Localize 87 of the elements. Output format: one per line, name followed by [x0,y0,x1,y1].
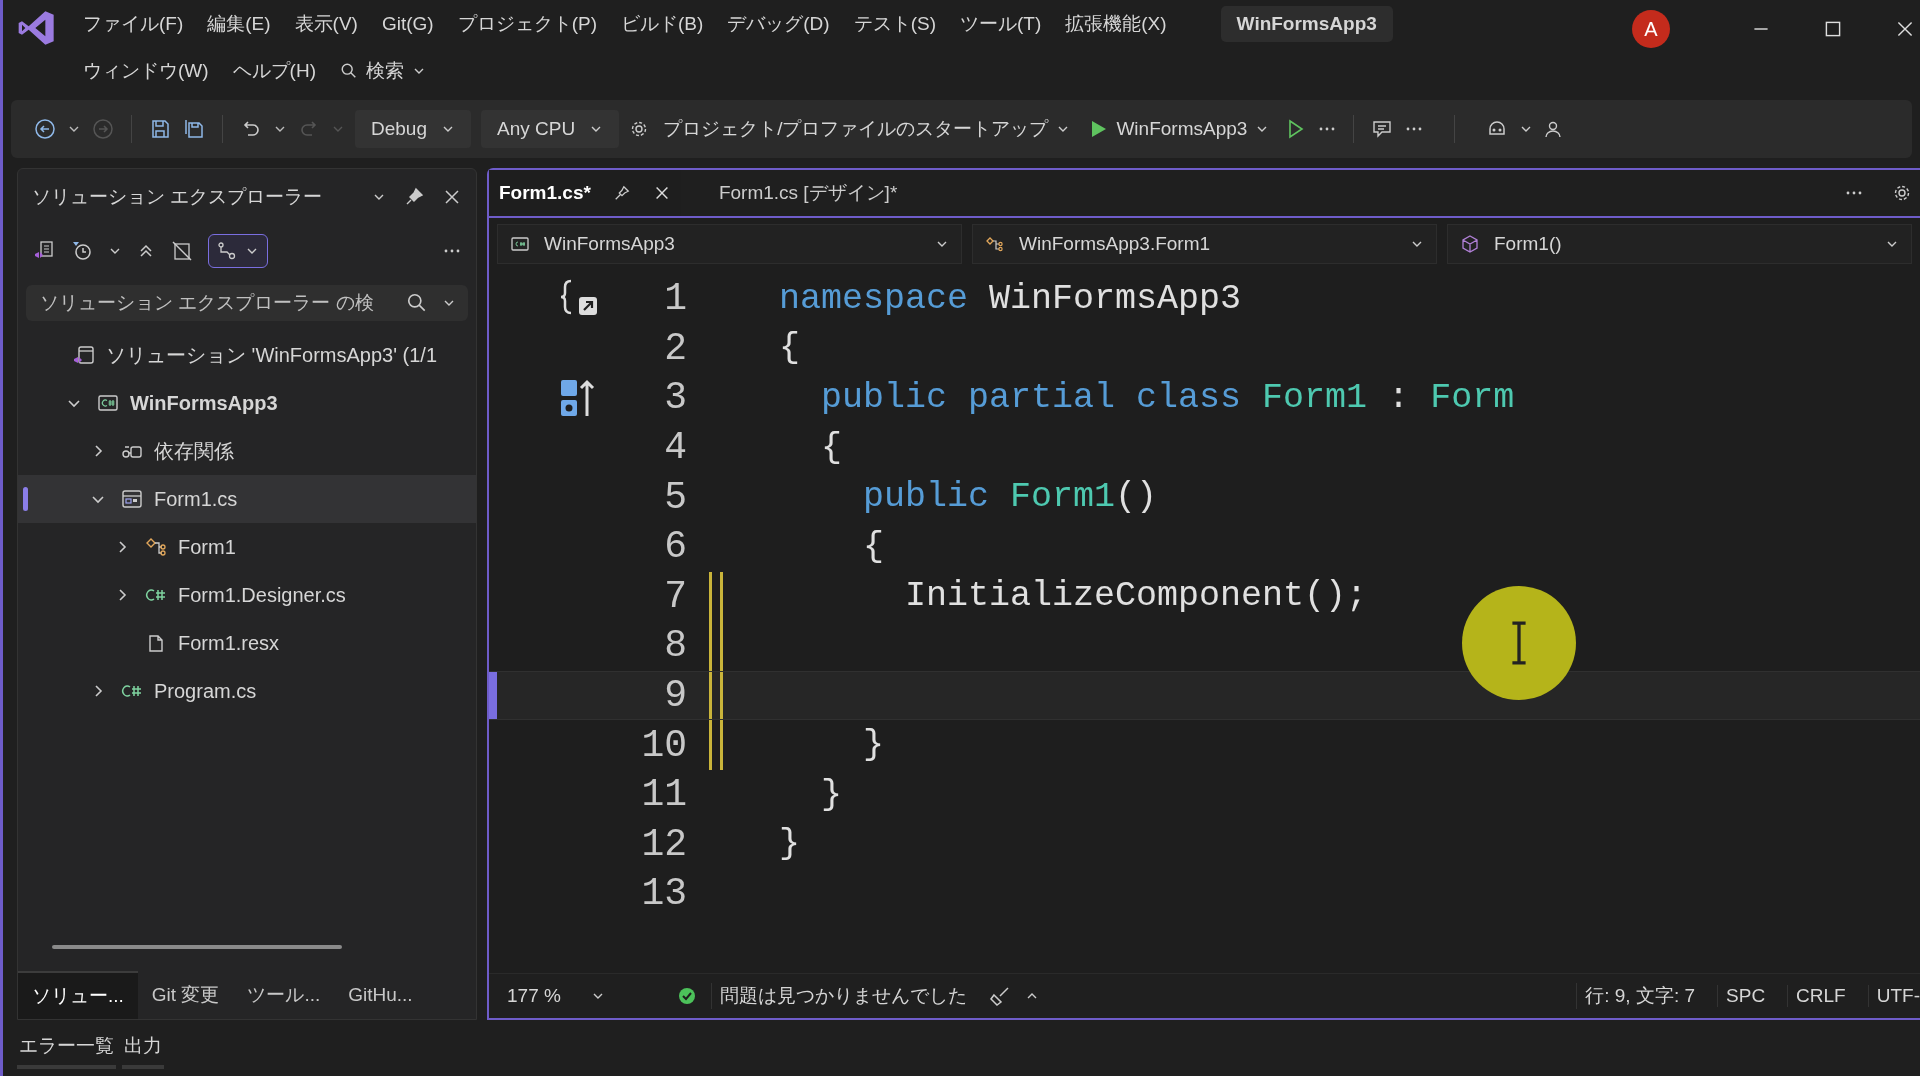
line-number: 1 [663,277,687,321]
menu-item[interactable]: ツール(T) [950,6,1052,41]
solution-title: WinFormsApp3 [1220,5,1393,42]
panel-title: ソリューション エクスプローラー [32,185,324,209]
history-icon[interactable] [70,239,94,263]
pin-icon[interactable] [404,187,424,207]
menu-item[interactable]: 拡張機能(X) [1055,6,1177,41]
menu-item[interactable]: 編集(E) [197,6,281,41]
tree-item[interactable]: WinFormsApp3 [18,379,476,427]
show-all-files-icon[interactable] [170,239,194,263]
panel-tab[interactable]: GitHu... [334,971,427,1019]
cursor-position[interactable]: 行: 9, 文字: 7 [1576,983,1704,1009]
line-ending[interactable]: CRLF [1787,985,1854,1007]
cube-icon [1460,234,1480,254]
check-circle-icon [676,986,697,1006]
code-line: public Form1() [862,477,1158,518]
tree-item[interactable]: Form1.cs [18,475,476,523]
app-logo-icon [17,8,57,48]
document-tab[interactable]: Form1.cs [デザイン]* [708,170,908,216]
code-line: public partial class Form1 : Form [820,378,1515,418]
sync-view-toggle[interactable] [208,234,268,268]
code-line: namespace WinFormsApp3 [779,278,1242,319]
account-avatar[interactable]: A [1632,10,1670,48]
code-line: { [820,427,842,468]
line-number: 7 [663,574,687,618]
csharp-project-icon [510,234,530,254]
line-number: 6 [663,525,687,569]
menu-item[interactable]: ウィンドウ(W) [73,53,219,88]
platform-dropdown[interactable]: Any CPU [481,110,620,148]
menu-item[interactable]: ファイル(F) [73,6,194,41]
menu-item[interactable]: Git(G) [371,8,444,39]
menu-item[interactable]: ヘルプ(H) [222,53,326,88]
code-line: } [862,725,885,766]
tool-window-tab[interactable]: エラー一覧 [17,1027,116,1069]
branch-nodes-icon[interactable] [217,241,237,261]
startup-dropdown[interactable]: プロジェクト/プロファイルのスタートアップ [659,108,1075,150]
broom-icon[interactable] [988,985,1011,1007]
tree-item[interactable]: Program.cs [18,667,476,715]
menu-item[interactable]: テスト(S) [843,6,946,41]
line-number: 4 [663,426,687,470]
menu-item[interactable]: 表示(V) [284,6,368,41]
search-menu[interactable]: 検索 [330,53,436,88]
tree-item[interactable]: 依存関係 [18,427,476,475]
menu-item[interactable]: ビルド(B) [610,6,714,41]
panel-tab[interactable]: Git 変更 [137,971,234,1019]
tree-item[interactable]: ソリューション 'WinFormsApp3' (1/1 [18,331,476,379]
line-number: 12 [640,822,687,866]
code-line: InitializeComponent(); [904,576,1368,617]
start-button[interactable]: WinFormsApp3 [1084,110,1274,148]
gear-icon[interactable] [1892,183,1912,203]
navigation-dropdown[interactable]: WinFormsApp3.Form1 [972,224,1437,264]
line-number: 2 [663,326,687,370]
code-line: { [779,328,800,369]
line-number: 13 [640,872,687,916]
encoding[interactable]: UTF- [1867,985,1920,1007]
navigation-dropdown[interactable]: WinFormsApp3 [497,224,962,264]
line-number: 8 [663,624,687,668]
code-line: } [820,774,842,815]
selection-indicator [23,487,28,511]
line-number: 11 [640,773,687,817]
code-line: { [862,526,885,567]
search-icon[interactable] [406,292,428,314]
tree-item[interactable]: Form1.Designer.cs [18,571,476,619]
tree-item[interactable]: Form1 [18,523,476,571]
code-line: } [779,824,800,865]
line-number: 5 [663,475,687,519]
solution-icon [72,343,96,367]
line-number: 9 [663,674,687,718]
configuration-dropdown[interactable]: Debug [355,110,471,148]
tree-item[interactable]: Form1.resx [18,619,476,667]
panel-tab[interactable]: ツール... [233,971,335,1019]
line-number: 10 [640,723,687,767]
person-icon[interactable] [1543,119,1564,139]
form-icon [120,487,144,511]
panel-tab[interactable]: ソリュー... [18,971,138,1019]
search-icon [340,61,358,80]
navigation-dropdown[interactable]: Form1() [1447,224,1912,264]
save-all-icon[interactable] [182,117,206,141]
issues-status[interactable]: 問題は見つかりませんでした [710,983,975,1009]
menu-item[interactable]: プロジェクト(P) [447,6,607,41]
tool-window-tab[interactable]: 出力 [122,1027,164,1069]
back-icon[interactable] [33,117,57,141]
search-field[interactable]: ソリューション エクスプローラー の検 [26,285,468,321]
whitespace-mode[interactable]: SPC [1717,985,1774,1007]
line-number: 3 [663,376,687,420]
menu-item[interactable]: デバッグ(D) [717,6,840,41]
zoom-dropdown[interactable]: 177 % [499,981,613,1011]
